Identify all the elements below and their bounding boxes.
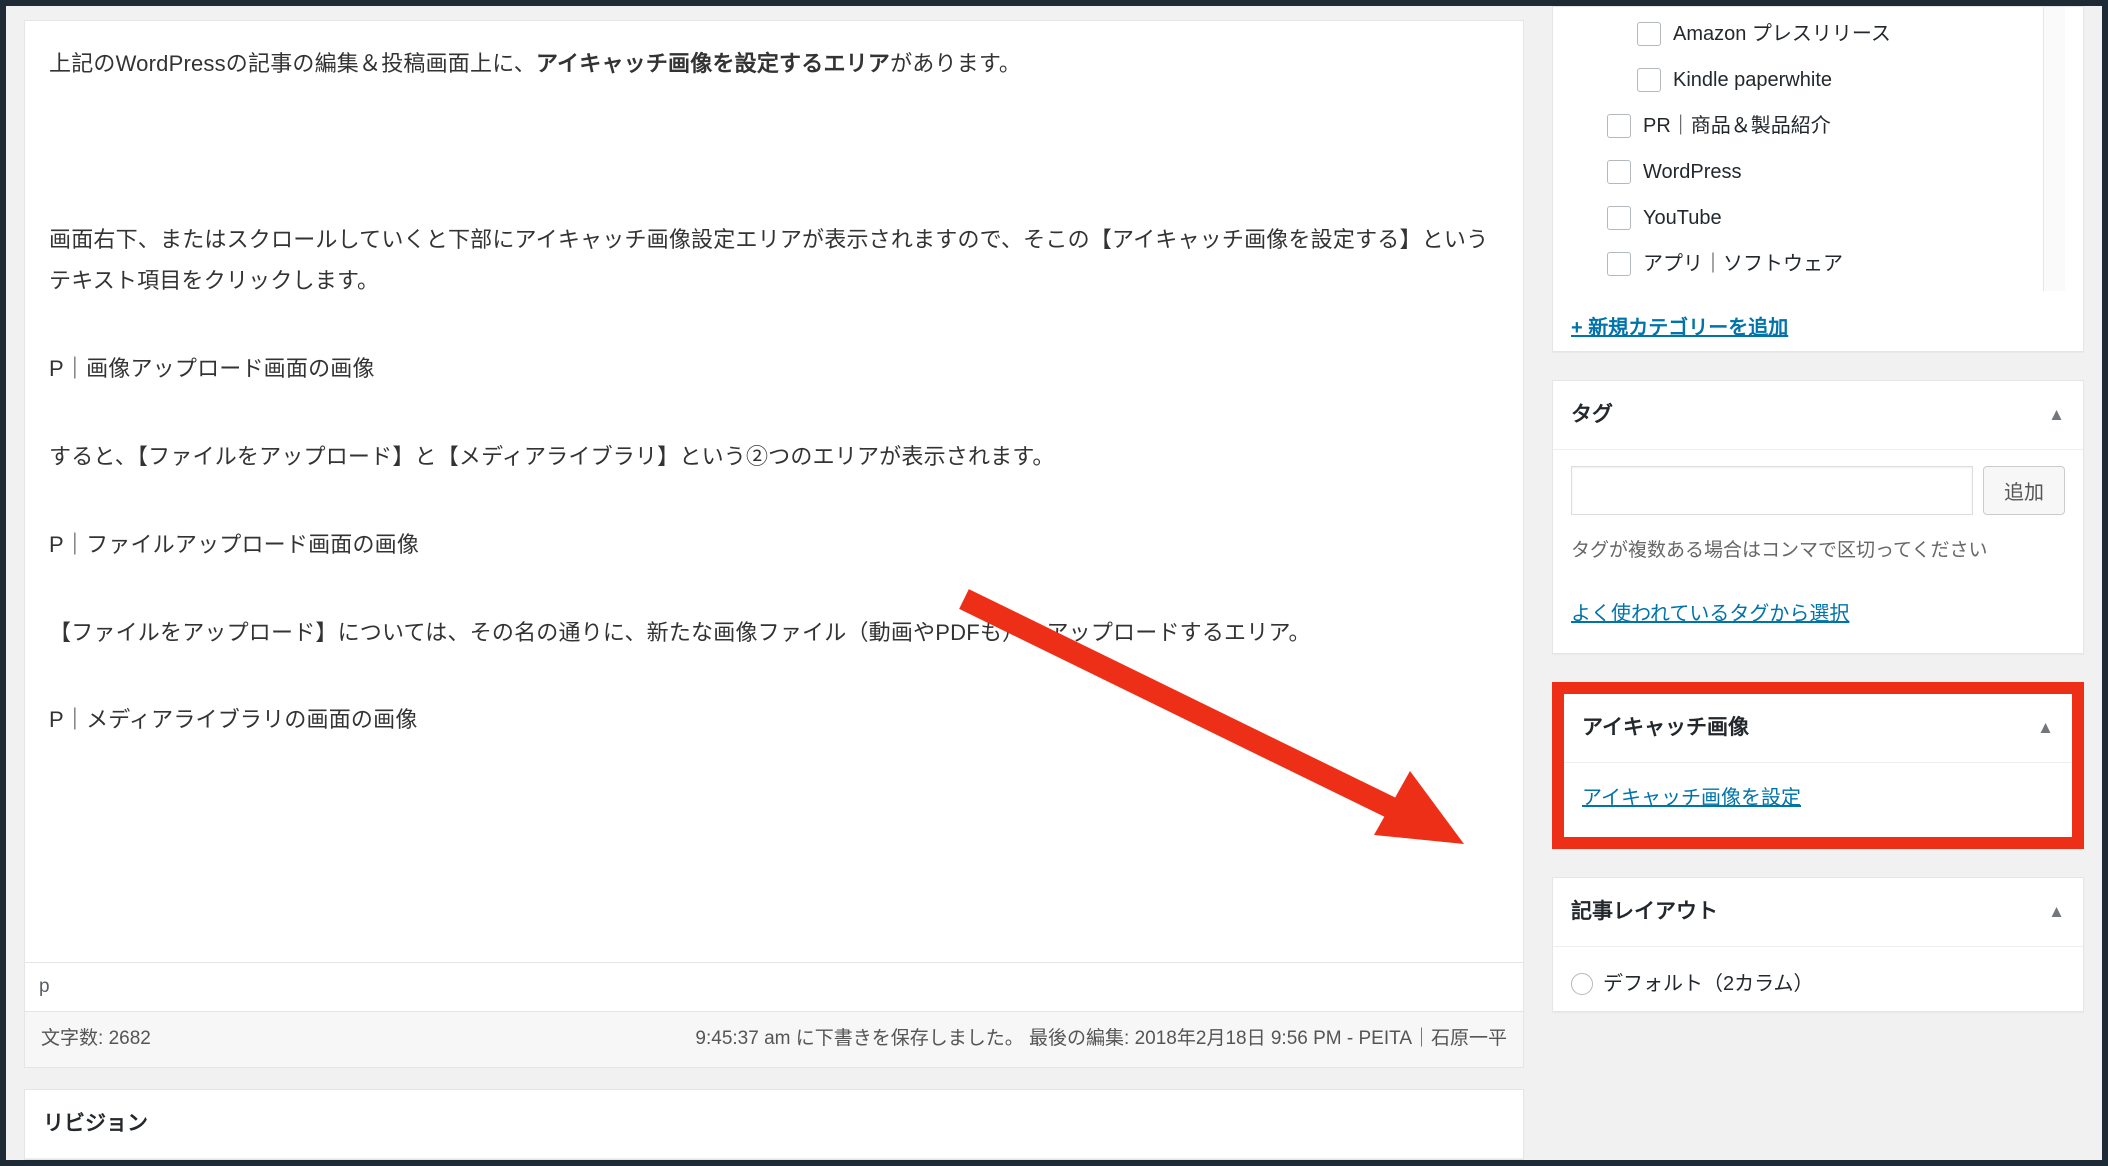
- featured-image-header[interactable]: アイキャッチ画像 ▲: [1564, 694, 2072, 763]
- category-item[interactable]: WordPress: [1577, 149, 2059, 195]
- layout-metabox: 記事レイアウト ▲ デフォルト（2カラム）: [1552, 877, 2084, 1012]
- category-label: PR｜商品＆製品紹介: [1643, 107, 1831, 145]
- editor-paragraph: 上記のWordPressの記事の編集＆投稿画面上に、アイキャッチ画像を設定するエ…: [49, 43, 1499, 85]
- checkbox-icon[interactable]: [1607, 160, 1631, 184]
- featured-image-metabox: アイキャッチ画像 ▲ アイキャッチ画像を設定: [1564, 694, 2072, 837]
- checkbox-icon[interactable]: [1607, 114, 1631, 138]
- add-category-link[interactable]: + 新規カテゴリーを追加: [1571, 309, 1788, 347]
- tags-metabox: タグ ▲ 追加 タグが複数ある場合はコンマで区切ってください よく使われているタ…: [1552, 380, 2084, 654]
- autosave-status: 9:45:37 am に下書きを保存しました。: [695, 1028, 1023, 1049]
- text: があります。: [890, 51, 1021, 76]
- text-bold: アイキャッチ画像を設定するエリア: [536, 51, 890, 76]
- revisions-title: リビジョン: [43, 1104, 148, 1144]
- editor-paragraph: 【ファイルをアップロード】については、その名の通りに、新たな画像ファイル（動画や…: [49, 612, 1499, 654]
- element-path[interactable]: p: [25, 962, 1523, 1011]
- layout-title: 記事レイアウト: [1571, 892, 1718, 932]
- layout-header[interactable]: 記事レイアウト ▲: [1553, 878, 2083, 947]
- tags-title: タグ: [1571, 395, 1613, 435]
- add-tag-button[interactable]: 追加: [1983, 466, 2065, 515]
- checkbox-icon[interactable]: [1637, 68, 1661, 92]
- wordcount-value: 2682: [109, 1028, 151, 1049]
- featured-image-title: アイキャッチ画像: [1582, 708, 1749, 748]
- category-label: Amazon プレスリリース: [1673, 15, 1891, 53]
- text: 上記のWordPressの記事の編集＆投稿画面上に、: [49, 51, 536, 76]
- tag-input[interactable]: [1571, 466, 1973, 515]
- checkbox-icon[interactable]: [1607, 252, 1631, 276]
- tags-howto: タグが複数ある場合はコンマで区切ってください: [1571, 533, 2065, 569]
- category-item[interactable]: Amazon プレスリリース: [1577, 11, 2059, 57]
- editor-paragraph: P｜画像アップロード画面の画像: [49, 348, 1499, 390]
- category-label: アプリ｜ソフトウェア: [1643, 245, 1843, 283]
- layout-option-label: デフォルト（2カラム）: [1603, 965, 1814, 1003]
- category-item[interactable]: PR｜商品＆製品紹介: [1577, 103, 2059, 149]
- editor-paragraph: すると、【ファイルをアップロード】と【メディアライブラリ】という②つのエリアが表…: [49, 436, 1499, 478]
- tags-header[interactable]: タグ ▲: [1553, 381, 2083, 450]
- editor-paragraph: [49, 131, 1499, 173]
- revisions-metabox: リビジョン: [24, 1089, 1524, 1160]
- category-item[interactable]: Kindle paperwhite: [1577, 57, 2059, 103]
- category-label: WordPress: [1643, 153, 1742, 191]
- editor-paragraph: P｜ファイルアップロード画面の画像: [49, 524, 1499, 566]
- categories-metabox: Amazon プレスリリース Kindle paperwhite PR｜商品＆製品紹…: [1552, 6, 2084, 352]
- collapse-icon[interactable]: ▲: [2048, 399, 2065, 431]
- path-text: p: [39, 976, 50, 997]
- scrollbar[interactable]: [2043, 7, 2065, 291]
- wordcount-label: 文字数:: [41, 1028, 109, 1049]
- category-item[interactable]: アプリ｜ソフトウェア: [1577, 241, 2059, 287]
- last-edit: 最後の編集: 2018年2月18日 9:56 PM - PEITA｜石原一平: [1029, 1028, 1507, 1049]
- editor-content[interactable]: 上記のWordPressの記事の編集＆投稿画面上に、アイキャッチ画像を設定するエ…: [25, 21, 1523, 962]
- editor-paragraph: P｜メディアライブラリの画面の画像: [49, 699, 1499, 741]
- layout-option-default[interactable]: デフォルト（2カラム）: [1571, 963, 2065, 1005]
- featured-image-highlight: アイキャッチ画像 ▲ アイキャッチ画像を設定: [1552, 682, 2084, 849]
- revisions-header[interactable]: リビジョン: [25, 1090, 1523, 1159]
- category-scroll[interactable]: Amazon プレスリリース Kindle paperwhite PR｜商品＆製品紹…: [1571, 7, 2065, 291]
- set-featured-image-link[interactable]: アイキャッチ画像を設定: [1582, 787, 1801, 809]
- category-label: Kindle paperwhite: [1673, 61, 1832, 99]
- status-bar: 文字数: 2682 9:45:37 am に下書きを保存しました。 最後の編集:…: [24, 1012, 1524, 1067]
- collapse-icon[interactable]: ▲: [2037, 712, 2054, 744]
- radio-icon: [1571, 973, 1593, 995]
- checkbox-icon[interactable]: [1607, 206, 1631, 230]
- collapse-icon[interactable]: ▲: [2048, 896, 2065, 928]
- checkbox-icon[interactable]: [1637, 22, 1661, 46]
- category-item[interactable]: YouTube: [1577, 195, 2059, 241]
- choose-tags-link[interactable]: よく使われているタグから選択: [1571, 603, 1849, 625]
- category-label: YouTube: [1643, 199, 1722, 237]
- editor-paragraph: 画面右下、またはスクロールしていくと下部にアイキャッチ画像設定エリアが表示されま…: [49, 219, 1499, 303]
